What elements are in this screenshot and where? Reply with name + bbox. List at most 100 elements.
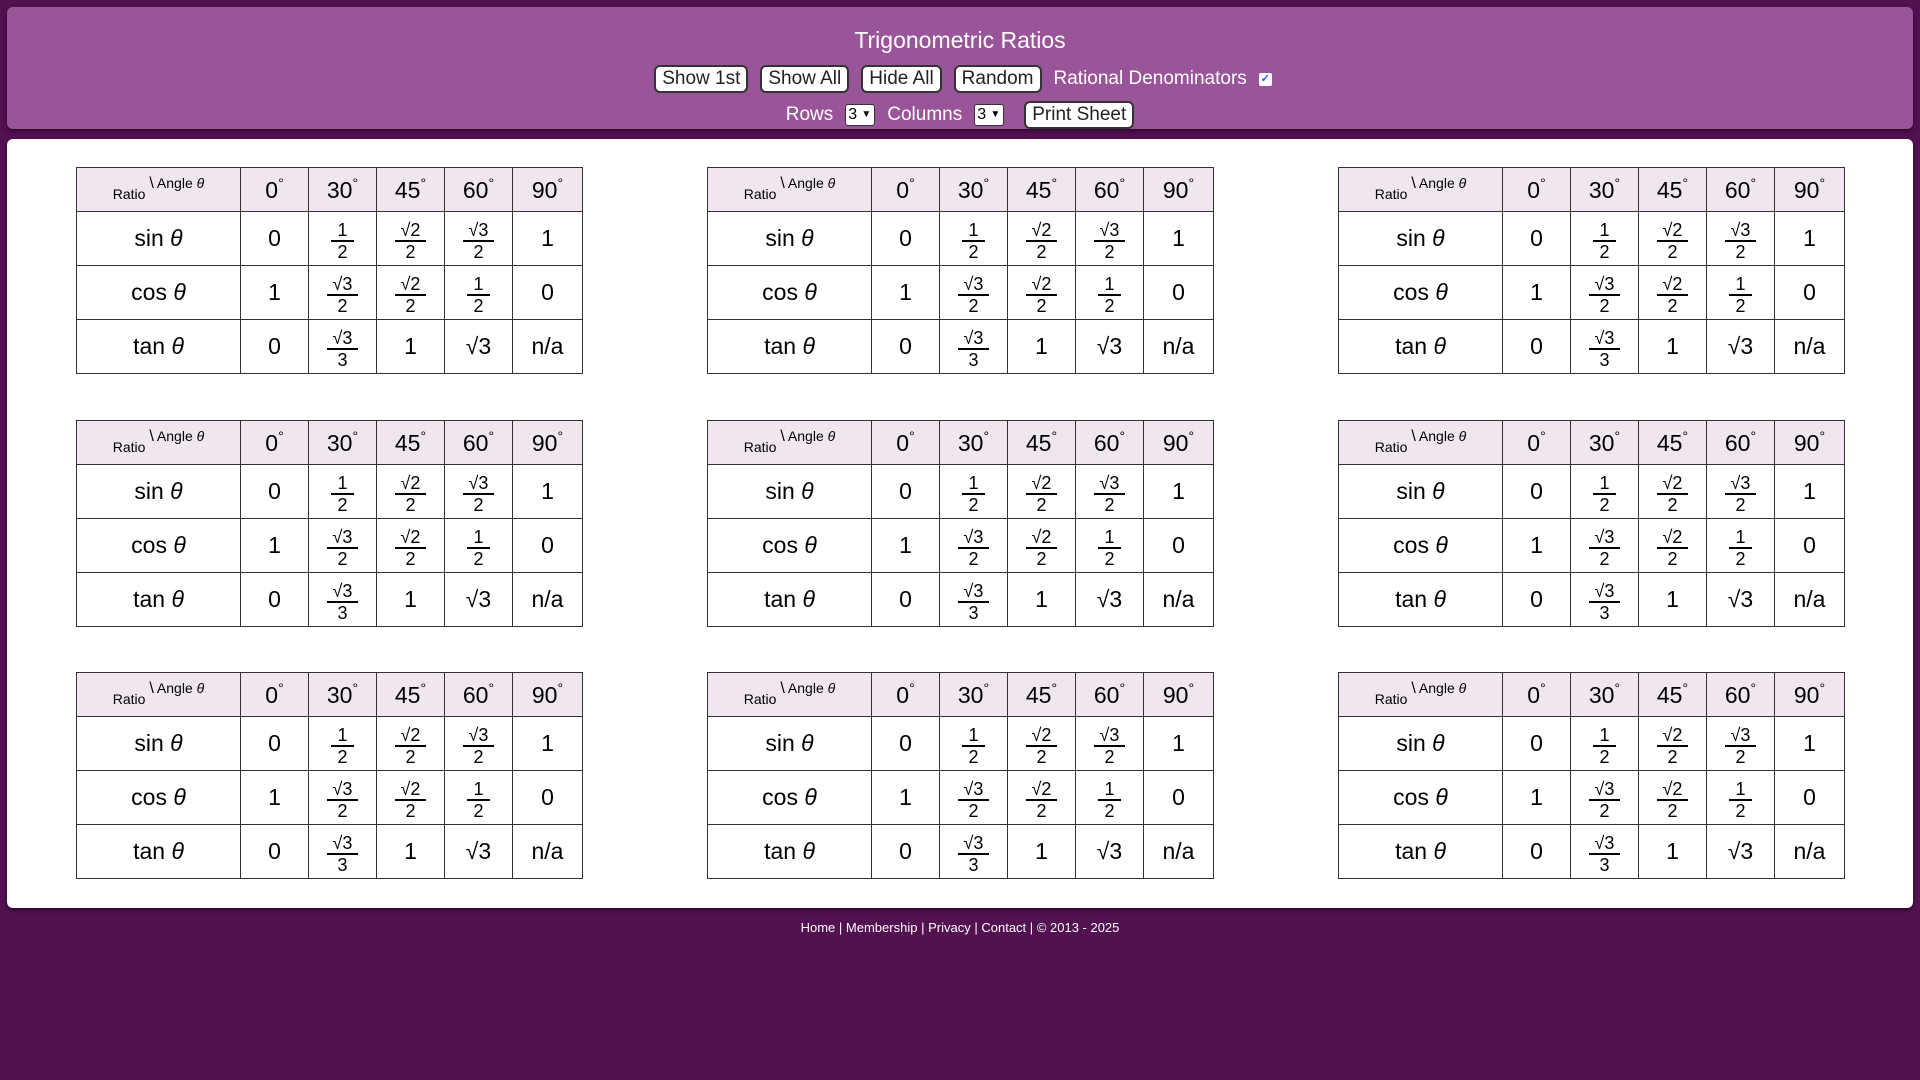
- ratio-cell[interactable]: 0: [871, 319, 940, 374]
- ratio-cell[interactable]: √2 2: [1007, 265, 1076, 320]
- ratio-cell[interactable]: √3: [444, 824, 513, 879]
- ratio-cell[interactable]: 1: [1774, 716, 1845, 771]
- ratio-cell[interactable]: 0: [1143, 265, 1214, 320]
- ratio-cell[interactable]: 0: [1774, 770, 1845, 825]
- ratio-cell[interactable]: 12: [1570, 716, 1639, 771]
- ratio-cell[interactable]: 0: [1502, 211, 1571, 266]
- ratio-cell[interactable]: √2 2: [1007, 770, 1076, 825]
- ratio-cell[interactable]: 12: [444, 770, 513, 825]
- ratio-cell[interactable]: √3 2: [444, 211, 513, 266]
- ratio-cell[interactable]: 1: [376, 824, 445, 879]
- ratio-cell[interactable]: 12: [308, 211, 377, 266]
- ratio-cell[interactable]: 12: [1075, 770, 1144, 825]
- ratio-cell[interactable]: √2 2: [376, 518, 445, 573]
- ratio-cell[interactable]: √2 2: [376, 211, 445, 266]
- ratio-cell[interactable]: √3 2: [939, 265, 1008, 320]
- ratio-cell[interactable]: n/a: [512, 824, 583, 879]
- ratio-cell[interactable]: √3 2: [1706, 464, 1775, 519]
- ratio-cell[interactable]: 0: [1502, 824, 1571, 879]
- ratio-cell[interactable]: 0: [240, 211, 309, 266]
- ratio-cell[interactable]: 1: [1143, 211, 1214, 266]
- ratio-cell[interactable]: √2 2: [1638, 464, 1707, 519]
- ratio-cell[interactable]: 0: [1502, 572, 1571, 627]
- ratio-cell[interactable]: 1: [1638, 572, 1707, 627]
- show-all-button[interactable]: Show All: [760, 65, 850, 93]
- ratio-cell[interactable]: √2 2: [1007, 464, 1076, 519]
- ratio-cell[interactable]: 12: [1706, 265, 1775, 320]
- ratio-cell[interactable]: √2 2: [1007, 211, 1076, 266]
- ratio-cell[interactable]: n/a: [1774, 319, 1845, 374]
- ratio-cell[interactable]: √2 2: [1638, 770, 1707, 825]
- ratio-cell[interactable]: 12: [308, 716, 377, 771]
- ratio-cell[interactable]: √3 2: [939, 770, 1008, 825]
- ratio-cell[interactable]: √3 2: [1075, 211, 1144, 266]
- ratio-cell[interactable]: √3 3: [308, 319, 377, 374]
- ratio-cell[interactable]: 0: [240, 464, 309, 519]
- ratio-cell[interactable]: 0: [512, 770, 583, 825]
- ratio-cell[interactable]: 0: [240, 716, 309, 771]
- ratio-cell[interactable]: 0: [871, 464, 940, 519]
- ratio-cell[interactable]: √3 3: [308, 572, 377, 627]
- ratio-cell[interactable]: 1: [1774, 464, 1845, 519]
- ratio-cell[interactable]: 0: [1774, 518, 1845, 573]
- ratio-cell[interactable]: 12: [939, 464, 1008, 519]
- ratio-cell[interactable]: n/a: [1774, 824, 1845, 879]
- ratio-cell[interactable]: n/a: [1143, 824, 1214, 879]
- ratio-cell[interactable]: 0: [871, 824, 940, 879]
- ratio-cell[interactable]: √3: [1075, 319, 1144, 374]
- ratio-cell[interactable]: 1: [1638, 319, 1707, 374]
- ratio-cell[interactable]: √3: [1706, 319, 1775, 374]
- ratio-cell[interactable]: 1: [240, 518, 309, 573]
- rows-select[interactable]: 3 ▼: [845, 104, 876, 126]
- ratio-cell[interactable]: √3 2: [444, 716, 513, 771]
- ratio-cell[interactable]: 0: [1502, 464, 1571, 519]
- ratio-cell[interactable]: 0: [871, 572, 940, 627]
- ratio-cell[interactable]: 0: [1143, 770, 1214, 825]
- ratio-cell[interactable]: √3 2: [308, 770, 377, 825]
- footer-link-contact[interactable]: Contact: [981, 920, 1026, 935]
- ratio-cell[interactable]: 0: [1502, 319, 1571, 374]
- ratio-cell[interactable]: √3 3: [939, 824, 1008, 879]
- ratio-cell[interactable]: 12: [1706, 770, 1775, 825]
- ratio-cell[interactable]: n/a: [1143, 572, 1214, 627]
- ratio-cell[interactable]: √2 2: [1638, 265, 1707, 320]
- random-button[interactable]: Random: [953, 65, 1042, 93]
- ratio-cell[interactable]: 0: [871, 211, 940, 266]
- ratio-cell[interactable]: 12: [444, 518, 513, 573]
- ratio-cell[interactable]: √3: [444, 572, 513, 627]
- ratio-cell[interactable]: √3: [444, 319, 513, 374]
- ratio-cell[interactable]: 1: [871, 265, 940, 320]
- ratio-cell[interactable]: √3 2: [1570, 265, 1639, 320]
- ratio-cell[interactable]: 1: [1007, 319, 1076, 374]
- rational-denominators-checkbox[interactable]: ✓: [1258, 72, 1272, 86]
- ratio-cell[interactable]: 0: [240, 824, 309, 879]
- ratio-cell[interactable]: 0: [240, 572, 309, 627]
- ratio-cell[interactable]: √2 2: [376, 265, 445, 320]
- ratio-cell[interactable]: √2 2: [376, 716, 445, 771]
- ratio-cell[interactable]: √3 2: [308, 265, 377, 320]
- ratio-cell[interactable]: √3 3: [1570, 824, 1639, 879]
- columns-select[interactable]: 3 ▼: [974, 104, 1005, 126]
- ratio-cell[interactable]: √3 2: [1075, 464, 1144, 519]
- ratio-cell[interactable]: √2 2: [376, 770, 445, 825]
- ratio-cell[interactable]: √3: [1706, 824, 1775, 879]
- ratio-cell[interactable]: 12: [939, 716, 1008, 771]
- ratio-cell[interactable]: √3: [1706, 572, 1775, 627]
- ratio-cell[interactable]: 12: [1706, 518, 1775, 573]
- ratio-cell[interactable]: √2 2: [1007, 716, 1076, 771]
- ratio-cell[interactable]: 12: [1570, 211, 1639, 266]
- ratio-cell[interactable]: 1: [512, 716, 583, 771]
- ratio-cell[interactable]: 1: [1502, 265, 1571, 320]
- ratio-cell[interactable]: 1: [1638, 824, 1707, 879]
- ratio-cell[interactable]: √3 2: [1075, 716, 1144, 771]
- ratio-cell[interactable]: 0: [871, 716, 940, 771]
- ratio-cell[interactable]: 0: [1502, 716, 1571, 771]
- ratio-cell[interactable]: 1: [376, 572, 445, 627]
- hide-all-button[interactable]: Hide All: [861, 65, 942, 93]
- ratio-cell[interactable]: 0: [1774, 265, 1845, 320]
- ratio-cell[interactable]: n/a: [512, 319, 583, 374]
- ratio-cell[interactable]: √2 2: [1638, 518, 1707, 573]
- footer-link-privacy[interactable]: Privacy: [928, 920, 971, 935]
- show-first-button[interactable]: Show 1st: [654, 65, 749, 93]
- ratio-cell[interactable]: √3 2: [939, 518, 1008, 573]
